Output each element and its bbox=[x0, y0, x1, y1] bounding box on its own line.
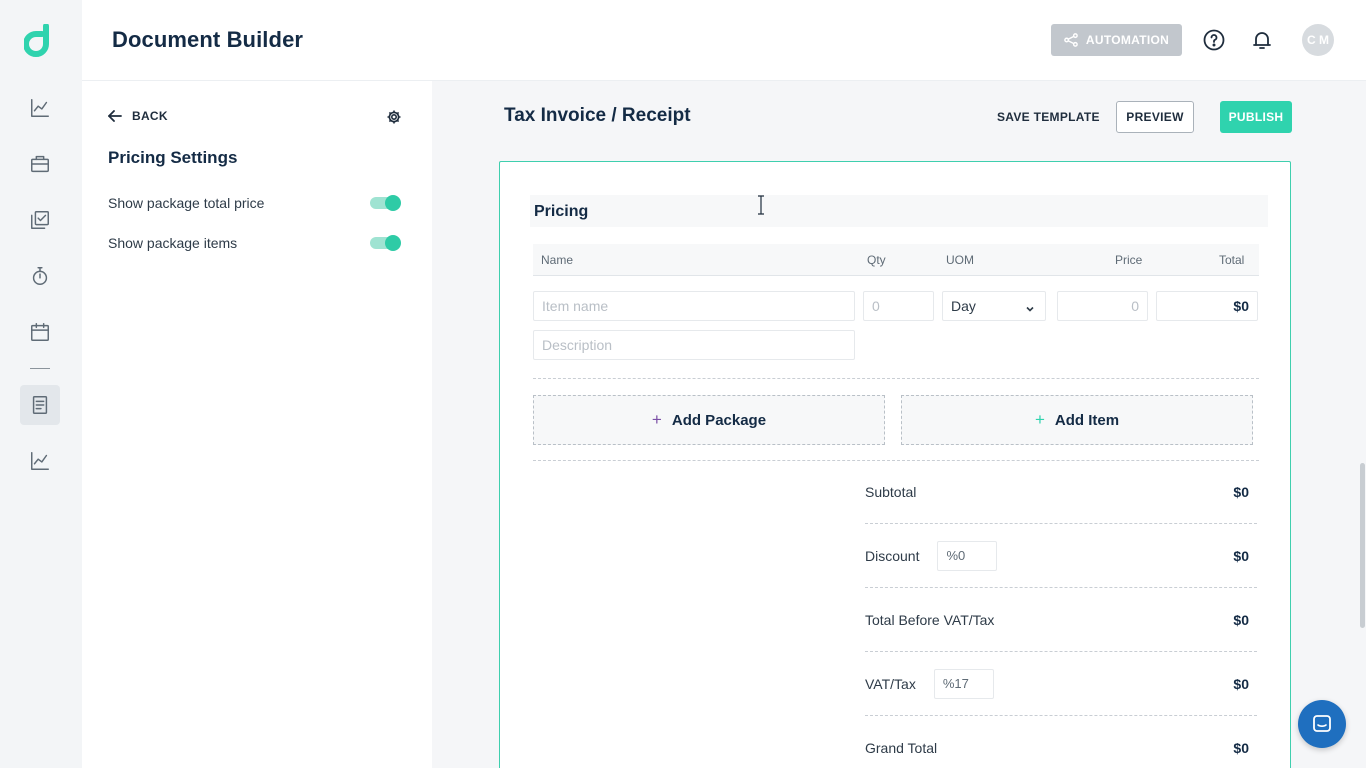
text-cursor-icon bbox=[758, 195, 764, 215]
panel-title: Pricing Settings bbox=[108, 148, 238, 167]
publish-button[interactable]: PUBLISH bbox=[1220, 101, 1292, 133]
discount-row: Discount %0 $0 bbox=[865, 524, 1257, 588]
total-before-tax-label: Total Before VAT/Tax bbox=[865, 611, 995, 628]
top-header: Document Builder AUTOMATION C M bbox=[82, 0, 1366, 81]
chevron-down-icon bbox=[1025, 301, 1035, 312]
item-name-input[interactable]: Item name bbox=[533, 291, 855, 321]
toggle-show-package-total-price[interactable] bbox=[370, 195, 401, 211]
chat-icon bbox=[1313, 715, 1331, 732]
app-root: Document Builder AUTOMATION C M BACK Pri… bbox=[0, 0, 1366, 768]
sidebar-item-analytics[interactable] bbox=[20, 88, 60, 128]
gear-icon[interactable] bbox=[386, 109, 402, 125]
automation-label: AUTOMATION bbox=[1085, 33, 1170, 47]
app-logo-icon[interactable] bbox=[23, 23, 56, 58]
page-title: Document Builder bbox=[112, 27, 304, 52]
stopwatch-icon bbox=[32, 267, 48, 285]
vat-input[interactable]: %17 bbox=[933, 668, 994, 699]
column-header-qty: Qty bbox=[867, 253, 886, 267]
toggle-knob bbox=[385, 235, 401, 251]
checklist-copy-icon bbox=[31, 211, 49, 229]
add-item-label: Add Item bbox=[1054, 411, 1120, 429]
back-button[interactable]: BACK bbox=[108, 109, 168, 123]
price-input[interactable]: 0 bbox=[1057, 291, 1148, 321]
calendar-icon bbox=[31, 323, 49, 341]
grand-total-row: Grand Total $0 bbox=[865, 716, 1257, 768]
vat-label: VAT/Tax bbox=[865, 675, 916, 692]
arrow-left-icon bbox=[108, 110, 122, 122]
grand-total-value: $0 bbox=[1233, 740, 1249, 756]
plus-icon: + bbox=[1034, 410, 1045, 429]
description-input[interactable]: Description bbox=[533, 330, 855, 360]
icon-rail bbox=[0, 0, 82, 768]
setting-show-package-total-price: Show package total price bbox=[108, 193, 401, 213]
vat-row: VAT/Tax %17 $0 bbox=[865, 652, 1257, 716]
sidebar-item-calendar[interactable] bbox=[20, 312, 60, 352]
toggle-knob bbox=[385, 195, 401, 211]
sidebar-item-tasks[interactable] bbox=[20, 200, 60, 240]
sidebar-item-reports[interactable] bbox=[20, 441, 60, 481]
document-icon bbox=[32, 396, 48, 414]
pricing-settings-panel: BACK Pricing Settings Show package total… bbox=[82, 81, 432, 768]
qty-input[interactable]: 0 bbox=[863, 291, 934, 321]
grand-total-label: Grand Total bbox=[865, 740, 938, 756]
automation-button[interactable]: AUTOMATION bbox=[1051, 24, 1182, 56]
sidebar-item-time-tracking[interactable] bbox=[20, 256, 60, 296]
pricing-block[interactable]: Pricing Name Qty UOM Price Total Item na… bbox=[499, 161, 1291, 768]
pricing-section-header: Pricing bbox=[530, 195, 1268, 227]
total-before-tax-row: Total Before VAT/Tax $0 bbox=[865, 588, 1257, 652]
pricing-table-header: Name Qty UOM Price Total bbox=[533, 244, 1259, 276]
discount-value: $0 bbox=[1233, 547, 1249, 564]
toggle-show-package-items[interactable] bbox=[370, 235, 401, 251]
preview-button[interactable]: PREVIEW bbox=[1116, 101, 1194, 133]
setting-label: Show package items bbox=[108, 235, 238, 251]
save-template-button[interactable]: SAVE TEMPLATE bbox=[997, 110, 1100, 124]
setting-show-package-items: Show package items bbox=[108, 233, 401, 253]
plus-icon: + bbox=[651, 410, 662, 429]
bell-icon[interactable] bbox=[1250, 28, 1274, 52]
subtotal-value: $0 bbox=[1233, 483, 1249, 500]
back-label: BACK bbox=[132, 109, 168, 123]
add-package-button[interactable]: + Add Package bbox=[533, 395, 885, 445]
briefcase-icon bbox=[31, 155, 49, 173]
sidebar-divider bbox=[30, 368, 50, 369]
pricing-section-title: Pricing bbox=[534, 203, 589, 220]
document-canvas: Tax Invoice / Receipt SAVE TEMPLATE PREV… bbox=[432, 81, 1366, 768]
discount-label: Discount bbox=[865, 547, 920, 564]
scrollbar-thumb[interactable] bbox=[1360, 463, 1365, 628]
document-title: Tax Invoice / Receipt bbox=[504, 105, 691, 126]
share-nodes-icon bbox=[1064, 33, 1078, 47]
add-package-label: Add Package bbox=[671, 411, 767, 429]
discount-input[interactable]: %0 bbox=[937, 540, 998, 571]
subtotal-row: Subtotal $0 bbox=[865, 460, 1257, 524]
uom-select[interactable]: Day bbox=[942, 291, 1046, 321]
subtotal-label: Subtotal bbox=[865, 483, 917, 500]
chat-launcher-button[interactable] bbox=[1298, 700, 1346, 748]
chart-line-icon bbox=[31, 452, 49, 470]
add-item-button[interactable]: + Add Item bbox=[901, 395, 1253, 445]
uom-selected-value: Day bbox=[951, 298, 976, 314]
item-total-value: $0 bbox=[1156, 291, 1258, 321]
column-header-name: Name bbox=[541, 253, 574, 267]
column-header-total: Total bbox=[1219, 253, 1245, 267]
divider bbox=[533, 378, 1259, 379]
chart-line-icon bbox=[31, 99, 49, 117]
help-icon[interactable] bbox=[1202, 28, 1226, 52]
column-header-price: Price bbox=[1115, 253, 1143, 267]
sidebar-item-projects[interactable] bbox=[20, 144, 60, 184]
setting-label: Show package total price bbox=[108, 195, 265, 211]
sidebar-item-documents[interactable] bbox=[20, 385, 60, 425]
vat-value: $0 bbox=[1233, 675, 1249, 692]
column-header-uom: UOM bbox=[946, 253, 974, 267]
total-before-tax-value: $0 bbox=[1233, 611, 1249, 628]
avatar[interactable]: C M bbox=[1302, 24, 1334, 56]
